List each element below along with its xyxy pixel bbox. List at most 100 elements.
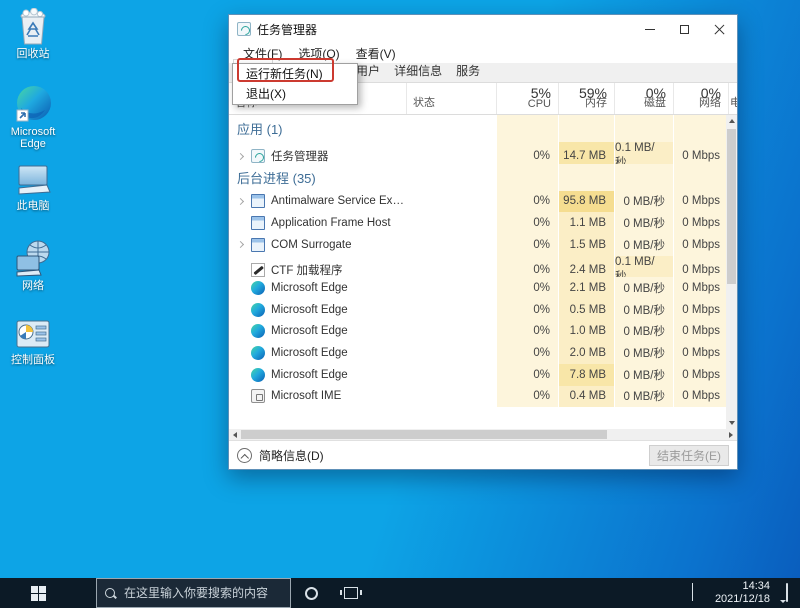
process-name: Microsoft Edge [271, 325, 348, 337]
network-cell [673, 115, 726, 142]
scroll-left-button[interactable] [229, 429, 241, 440]
memory-cell: 2.1 MB [558, 277, 614, 299]
scroll-right-button[interactable] [725, 429, 737, 440]
cpu-cell [496, 164, 558, 191]
scroll-up-icon [729, 119, 735, 123]
network-cell: 0 Mbps [673, 364, 726, 386]
action-center-button[interactable] [786, 584, 800, 602]
tab-5[interactable]: 详细信息 [387, 60, 449, 82]
desktop-icon-edge[interactable]: Microsoft Edge [2, 84, 64, 150]
desktop-icon-label: Microsoft Edge [2, 126, 64, 150]
close-button[interactable] [702, 15, 737, 43]
desktop-icon-this-pc[interactable]: 此电脑 [2, 162, 64, 212]
group-label: 后台进程 (35) [235, 168, 316, 187]
process-name: Antimalware Service Executa... [271, 195, 406, 207]
process-row[interactable]: Application Frame Host0%1.1 MB0 MB/秒0 Mb… [229, 212, 726, 234]
process-name: COM Surrogate [271, 239, 352, 251]
menu-item-run-new-task[interactable]: 运行新任务(N) [233, 64, 357, 84]
start-button[interactable] [0, 578, 76, 608]
windows-logo-icon [31, 586, 46, 601]
title-bar[interactable]: 任务管理器 [229, 15, 737, 43]
tab-6[interactable]: 服务 [449, 60, 487, 82]
process-row[interactable]: Microsoft IME0%0.4 MB0 MB/秒0 Mbps [229, 386, 726, 408]
edge-process-icon [251, 303, 265, 317]
column-header-cpu[interactable]: 5% CPU [496, 83, 558, 114]
network-icon [2, 238, 64, 278]
memory-cell: 0.4 MB [558, 386, 614, 408]
tray-expand-button[interactable] [692, 584, 693, 602]
edge-process-icon [251, 368, 265, 382]
network-cell [673, 164, 726, 191]
end-task-button[interactable]: 结束任务(E) [649, 445, 729, 466]
process-row[interactable]: Microsoft Edge0%1.0 MB0 MB/秒0 Mbps [229, 321, 726, 343]
taskbar-clock[interactable]: 14:34 2021/12/18 [715, 580, 770, 606]
cortana-button[interactable] [291, 578, 331, 608]
process-row[interactable]: Antimalware Service Executa...0%95.8 MB0… [229, 191, 726, 213]
process-row[interactable]: 任务管理器0%14.7 MB0.1 MB/秒0 Mbps [229, 142, 726, 164]
window-process-icon [251, 238, 265, 252]
process-row[interactable]: Microsoft Edge0%2.0 MB0 MB/秒0 Mbps [229, 342, 726, 364]
column-header-status[interactable]: 状态 [406, 83, 496, 114]
cpu-cell: 0% [496, 386, 558, 408]
column-header-disk[interactable]: 0% 磁盘 [614, 83, 673, 114]
process-name-cell: Application Frame Host [229, 212, 406, 234]
maximize-button[interactable] [667, 15, 702, 43]
clock-date: 2021/12/18 [715, 593, 770, 606]
desktop-icon-control-panel[interactable]: 控制面板 [2, 318, 64, 366]
desktop-icon-network[interactable]: 网络 [2, 238, 64, 292]
vertical-scroll-thumb[interactable] [727, 129, 736, 284]
ime-process-icon [251, 389, 265, 403]
desktop-icon-recycle-bin[interactable]: 回收站 [2, 8, 64, 60]
taskbar: 14:34 2021/12/18 [0, 578, 800, 608]
process-row[interactable]: CTF 加载程序0%2.4 MB0.1 MB/秒0 Mbps [229, 256, 726, 278]
disk-cell: 0 MB/秒 [614, 212, 673, 234]
process-group-row[interactable]: 后台进程 (35) [229, 164, 726, 191]
notification-icon [786, 583, 788, 602]
expand-chevron-icon[interactable] [237, 241, 244, 248]
status-cell [406, 386, 496, 408]
process-name-cell: Antimalware Service Executa... [229, 191, 406, 213]
close-icon [714, 24, 725, 35]
memory-cell [558, 115, 614, 142]
status-cell [406, 321, 496, 343]
process-name: 任务管理器 [271, 148, 329, 164]
footer-bar: 简略信息(D) 结束任务(E) [229, 440, 737, 470]
column-header-memory[interactable]: 59% 内存 [558, 83, 614, 114]
expand-chevron-icon[interactable] [237, 152, 244, 159]
process-name-cell: Microsoft Edge [229, 364, 406, 386]
taskbar-search-box[interactable] [96, 578, 291, 608]
process-row[interactable]: COM Surrogate0%1.5 MB0 MB/秒0 Mbps [229, 234, 726, 256]
vertical-scrollbar[interactable] [726, 115, 737, 429]
disk-cell: 0 MB/秒 [614, 342, 673, 364]
edge-icon [2, 84, 64, 124]
process-row[interactable]: Microsoft Edge0%7.8 MB0 MB/秒0 Mbps [229, 364, 726, 386]
minimize-icon [645, 29, 655, 30]
disk-cell: 0 MB/秒 [614, 321, 673, 343]
process-table-body: 应用 (1) 任务管理器0%14.7 MB0.1 MB/秒0 Mbps 后台进程 (… [229, 115, 726, 429]
process-row[interactable]: Microsoft Edge0%0.5 MB0 MB/秒0 Mbps [229, 299, 726, 321]
cortana-icon [305, 587, 318, 600]
process-name: CTF 加载程序 [271, 262, 343, 278]
control-panel-icon [2, 318, 64, 352]
fewer-details-toggle[interactable]: 简略信息(D) [237, 447, 324, 464]
process-row[interactable]: Microsoft Edge0%2.1 MB0 MB/秒0 Mbps [229, 277, 726, 299]
menu-item-exit[interactable]: 退出(X) [233, 84, 357, 104]
network-cell: 0 Mbps [673, 342, 726, 364]
edge-process-icon [251, 346, 265, 360]
process-group-row[interactable]: 应用 (1) [229, 115, 726, 142]
scroll-down-button[interactable] [726, 417, 737, 429]
column-header-network[interactable]: 0% 网络 [673, 83, 728, 114]
search-input[interactable] [124, 586, 283, 600]
task-view-button[interactable] [331, 578, 371, 608]
minimize-button[interactable] [632, 15, 667, 43]
disk-cell: 0 MB/秒 [614, 364, 673, 386]
horizontal-scrollbar[interactable] [229, 429, 737, 440]
desktop-icon-label: 此电脑 [2, 200, 64, 212]
process-name: Microsoft Edge [271, 304, 348, 316]
scroll-up-button[interactable] [726, 115, 737, 127]
network-cell: 0 Mbps [673, 321, 726, 343]
recycle-bin-icon [2, 8, 64, 46]
horizontal-scroll-thumb[interactable] [241, 430, 607, 439]
group-label: 应用 (1) [235, 119, 283, 138]
expand-chevron-icon[interactable] [237, 198, 244, 205]
